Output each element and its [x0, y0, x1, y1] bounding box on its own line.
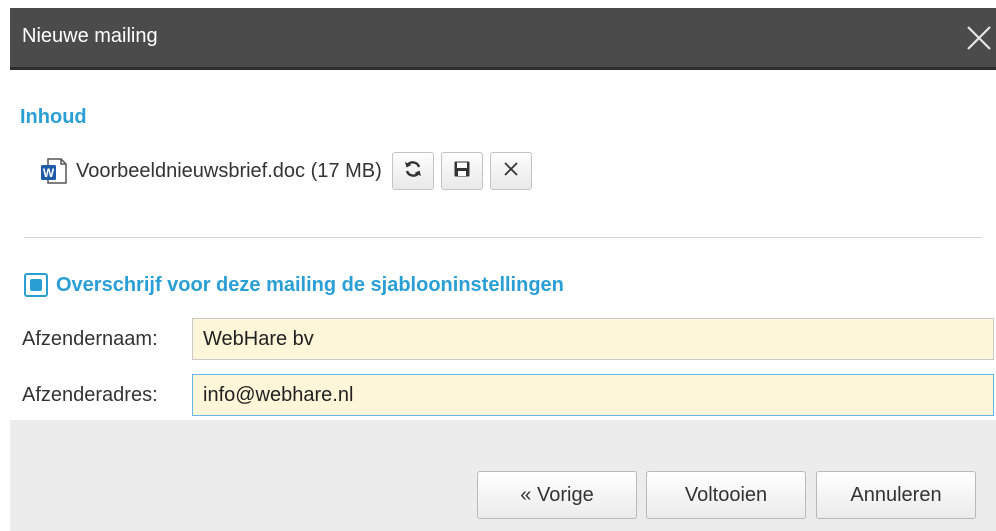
- checkbox-checked-mark: [30, 279, 42, 291]
- cancel-button[interactable]: Annuleren: [816, 471, 976, 519]
- divider: [24, 237, 982, 238]
- sender-name-row: Afzendernaam:: [22, 318, 994, 360]
- top-strip: [0, 0, 996, 8]
- refresh-button[interactable]: [391, 152, 434, 190]
- sender-address-row: Afzenderadres:: [22, 374, 994, 416]
- remove-file-button[interactable]: [489, 152, 532, 190]
- close-icon[interactable]: [962, 21, 996, 55]
- dialog-body: Inhoud W Voorbeeldnieuwsbrief.doc (17 MB…: [10, 70, 996, 420]
- override-template-label: Overschrijf voor deze mailing de sjabloo…: [56, 273, 564, 296]
- close-icon: [502, 160, 520, 183]
- file-row: W Voorbeeldnieuwsbrief.doc (17 MB): [40, 150, 539, 192]
- dialog-footer: « Vorige Voltooien Annuleren: [10, 420, 996, 531]
- save-button[interactable]: [440, 152, 483, 190]
- sender-name-label: Afzendernaam:: [22, 327, 158, 350]
- sender-name-input[interactable]: [192, 318, 994, 360]
- word-document-icon: W: [40, 157, 68, 185]
- save-icon: [453, 160, 471, 183]
- dialog-title: Nieuwe mailing: [22, 25, 158, 47]
- override-template-checkbox-row[interactable]: Overschrijf voor deze mailing de sjabloo…: [24, 270, 564, 300]
- refresh-icon: [403, 159, 423, 184]
- finish-button[interactable]: Voltooien: [646, 471, 806, 519]
- previous-button[interactable]: « Vorige: [477, 471, 637, 519]
- dialog-titlebar: Nieuwe mailing: [10, 8, 996, 70]
- sender-address-input[interactable]: [192, 374, 994, 416]
- file-name: Voorbeeldnieuwsbrief.doc (17 MB): [76, 159, 382, 182]
- sender-address-label: Afzenderadres:: [22, 383, 158, 406]
- override-template-checkbox[interactable]: [24, 273, 48, 297]
- svg-text:W: W: [43, 166, 55, 180]
- section-title-content: Inhoud: [20, 106, 87, 128]
